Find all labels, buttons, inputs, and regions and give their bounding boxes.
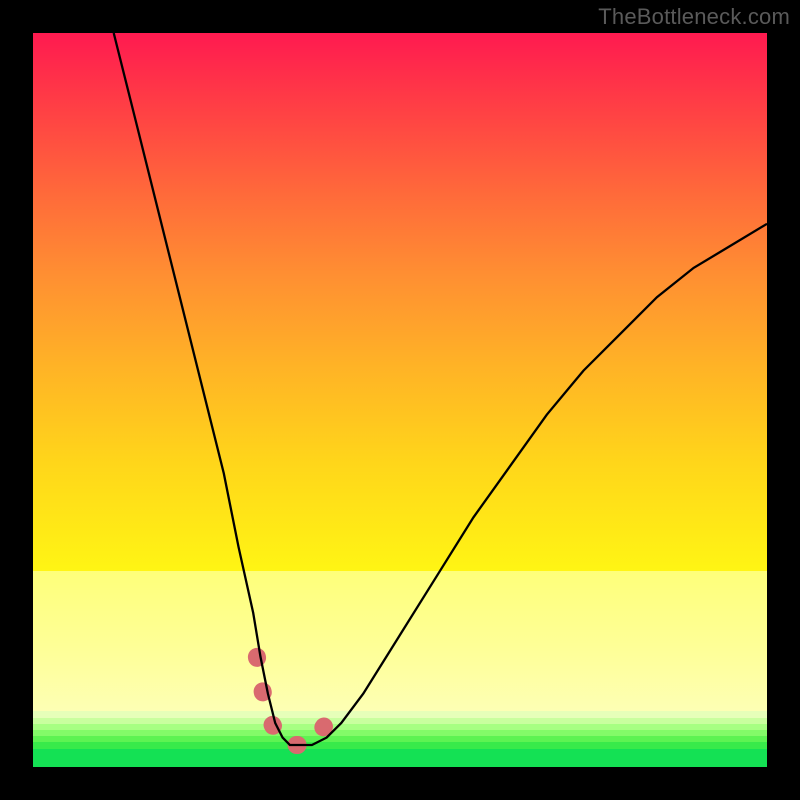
highlight-segment <box>257 657 327 745</box>
chart-frame: TheBottleneck.com <box>0 0 800 800</box>
bottleneck-curve <box>114 33 767 745</box>
curve-svg <box>33 33 767 767</box>
watermark-text: TheBottleneck.com <box>598 4 790 30</box>
plot-area <box>33 33 767 767</box>
